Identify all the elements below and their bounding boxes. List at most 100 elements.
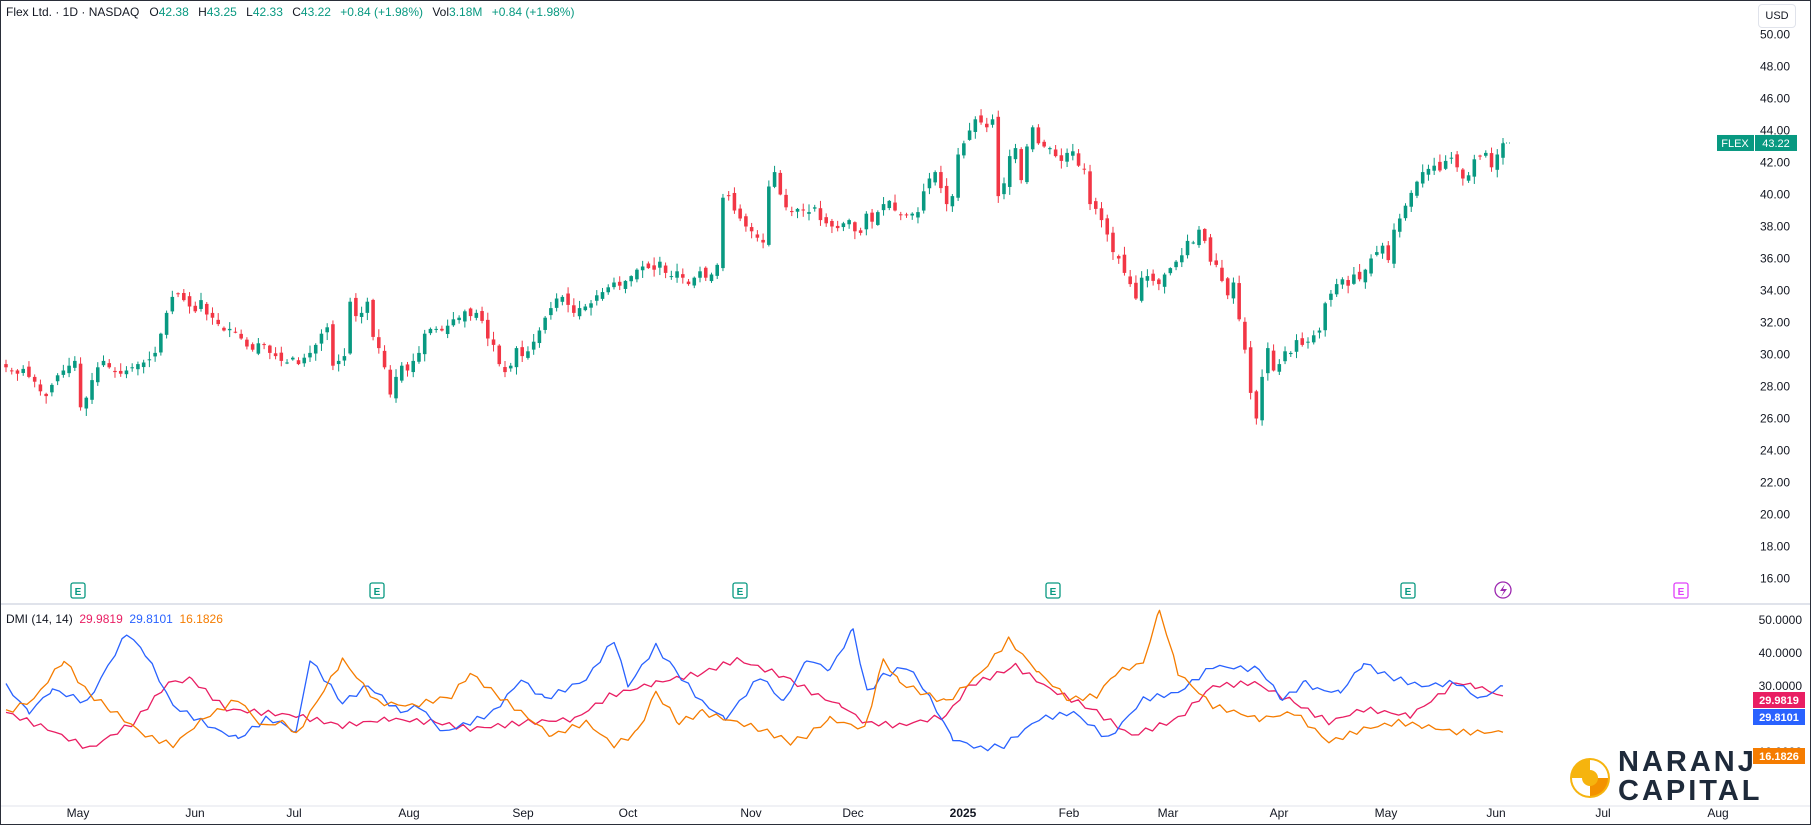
candle-body [715, 264, 719, 276]
time-axis-label: Feb [1059, 806, 1080, 820]
candle-body [365, 301, 370, 313]
candle-body [1116, 256, 1121, 259]
candle-body [4, 364, 8, 368]
candle-body [331, 324, 335, 366]
dmi-label[interactable]: DMI (14, 14) [6, 612, 73, 626]
candle-body [870, 212, 874, 222]
time-axis-label: May [67, 806, 90, 820]
candle-body [405, 364, 410, 371]
candle-body [732, 192, 737, 211]
candle-body [222, 327, 226, 331]
symbol-label[interactable]: Flex Ltd. · 1D · NASDAQ [6, 5, 139, 19]
candle-body [1082, 168, 1087, 170]
candle-body [1220, 267, 1224, 281]
candle-body [1329, 293, 1333, 300]
candle-body [1501, 143, 1505, 158]
candle-body [1426, 168, 1431, 175]
candle-body [1197, 229, 1201, 246]
low-value: 42.33 [252, 5, 283, 19]
volume-label: Vol [432, 5, 450, 19]
candle-body [227, 328, 232, 331]
candle-body [130, 367, 134, 369]
candle-body [617, 281, 622, 286]
candle-body [514, 348, 519, 368]
candle-body [1065, 152, 1069, 162]
candle-body [692, 277, 697, 286]
candle-body [1180, 255, 1184, 263]
candle-body [153, 352, 157, 357]
chart-background [0, 0, 1811, 825]
candle-body [543, 317, 547, 330]
candle-body [308, 352, 312, 358]
price-axis-label: 48.00 [1760, 60, 1790, 74]
candle-body [640, 266, 645, 271]
candle-body [629, 276, 633, 282]
candle-body [101, 360, 106, 366]
candle-body [1334, 284, 1339, 295]
candle-body [887, 200, 892, 209]
candle-body [32, 376, 37, 382]
price-axis-label: 26.00 [1760, 412, 1790, 426]
price-axis-label: 34.00 [1760, 284, 1790, 298]
candle-body [250, 344, 255, 350]
candle-body [1185, 240, 1190, 256]
low-label: L [246, 5, 253, 19]
candle-body [1352, 274, 1356, 284]
candle-body [159, 333, 163, 353]
candle-body [1449, 157, 1454, 159]
candle-body [1202, 228, 1207, 241]
candle-body [1323, 303, 1327, 331]
candle-body [996, 116, 1001, 197]
candle-body [199, 300, 203, 309]
candle-body [1363, 269, 1368, 283]
currency-button[interactable]: USD [1758, 4, 1796, 28]
candle-body [388, 369, 393, 395]
candle-body [411, 360, 416, 373]
candle-body [1254, 391, 1259, 419]
candle-body [1225, 278, 1230, 296]
open-value: 42.38 [158, 5, 189, 19]
candle-body [61, 370, 66, 375]
candle-body [497, 345, 502, 365]
close-label: C [292, 5, 301, 19]
time-axis-label: Aug [1707, 806, 1728, 820]
candle-body [50, 384, 54, 393]
candle-body [1466, 175, 1471, 181]
candle-body [646, 263, 651, 269]
candle-body [726, 195, 731, 197]
candle-body [979, 115, 983, 123]
chart-svg[interactable]: E E E E E E 16.00 18.00 20.00 22.00 24.00 26.00 28.… [0, 0, 1811, 825]
candle-body [1340, 279, 1345, 285]
candle-body [193, 305, 198, 312]
candle-body [669, 276, 674, 278]
candle-body [744, 216, 748, 227]
candle-body [15, 370, 20, 374]
candle-body [9, 370, 14, 372]
candle-body [1191, 242, 1196, 244]
candle-body [778, 172, 783, 195]
candle-body [302, 357, 307, 364]
candle-body [721, 197, 725, 269]
candle-body [916, 212, 920, 218]
high-value: 43.25 [206, 5, 237, 19]
candle-body [141, 362, 146, 368]
candle-body [824, 217, 828, 224]
candle-body [147, 359, 152, 361]
candle-body [1495, 154, 1500, 170]
candle-body [1443, 160, 1448, 169]
candle-body [279, 352, 284, 361]
candle-body [182, 293, 186, 301]
price-tag-value: 43.22 [1762, 138, 1790, 150]
candle-body [681, 274, 685, 278]
candle-body [1007, 156, 1012, 187]
price-axis-label: 42.00 [1760, 156, 1790, 170]
price-axis-label: 22.00 [1760, 476, 1790, 490]
candle-body [84, 397, 89, 409]
dmi-header: DMI (14, 14) 29.9819 29.8101 16.1826 [6, 612, 223, 626]
candle-body [830, 220, 834, 227]
time-axis-label: Apr [1270, 806, 1289, 820]
dmi-plus-di-value: 29.8101 [129, 612, 173, 626]
candle-body [216, 319, 220, 325]
earnings-icon-letter: E [737, 587, 744, 598]
candle-body [1438, 161, 1442, 171]
